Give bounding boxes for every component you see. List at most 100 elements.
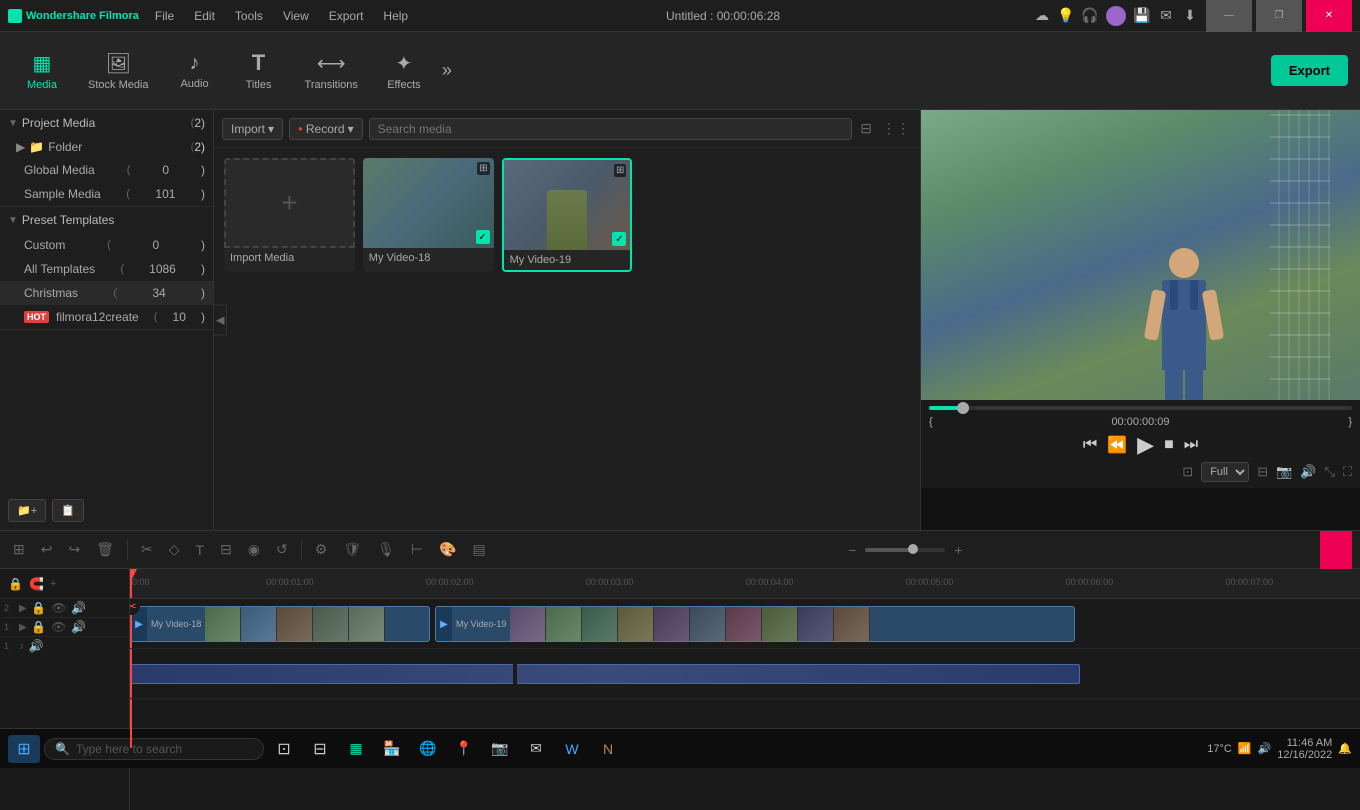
resize-icon[interactable]: ⤡ <box>1324 464 1334 480</box>
taskbar-search[interactable]: 🔍 Type here to search <box>44 738 264 760</box>
preset-templates-header[interactable]: ▼ Preset Templates <box>0 207 213 233</box>
record-button[interactable]: ● Record ▾ <box>289 118 363 140</box>
track-add-icon[interactable]: ⊞ <box>8 538 30 561</box>
toolbar-media-button[interactable]: ▦ Media <box>12 45 72 97</box>
pip-icon[interactable]: ⊟ <box>1257 464 1268 480</box>
cut-button[interactable]: ✂ <box>136 538 158 561</box>
snapshot-icon[interactable]: 📷 <box>1276 464 1292 480</box>
filter-icon[interactable]: ⊟ <box>858 118 874 139</box>
start-button[interactable]: ⊞ <box>8 735 40 763</box>
zoom-slider[interactable] <box>865 548 945 552</box>
christmas-item[interactable]: Christmas (34) <box>0 281 213 305</box>
import-button[interactable]: Import ▾ <box>222 118 283 140</box>
close-button[interactable]: ✕ <box>1306 0 1352 32</box>
quality-select[interactable]: Full <box>1201 462 1249 482</box>
taskbar-onenote-icon[interactable]: N <box>592 733 624 765</box>
audio-bar-v1[interactable] <box>130 664 1080 684</box>
redo-button[interactable]: ↪ <box>63 538 85 561</box>
play-button[interactable]: ▶ <box>1137 432 1154 458</box>
bulb-icon[interactable]: 💡 <box>1058 8 1074 24</box>
toolbar-audio-button[interactable]: ♪ Audio <box>165 46 225 96</box>
skip-forward-button[interactable]: ⏭ <box>1184 436 1198 454</box>
text-button[interactable]: T <box>191 539 210 561</box>
volume-taskbar-icon[interactable]: 🔊 <box>1258 742 1272 755</box>
cloud-icon[interactable]: ☁ <box>1034 8 1050 24</box>
search-input[interactable] <box>369 118 853 140</box>
menu-tools[interactable]: Tools <box>231 7 267 25</box>
zoom-out-button[interactable]: − <box>843 539 861 561</box>
email-icon[interactable]: ✉ <box>1158 8 1174 24</box>
download-icon[interactable]: ⬇ <box>1182 8 1198 24</box>
undo-button[interactable]: ↩ <box>36 538 58 561</box>
zoom-in-button[interactable]: + <box>949 539 967 561</box>
settings-wheel-icon[interactable]: ⚙ <box>310 538 333 561</box>
a1-volume-icon[interactable]: 🔊 <box>27 637 45 655</box>
v2-eye-icon[interactable]: 👁 <box>50 599 68 617</box>
avatar-icon[interactable] <box>1106 6 1126 26</box>
v1-eye-icon[interactable]: 👁 <box>50 618 68 636</box>
menu-export[interactable]: Export <box>325 7 368 25</box>
ripple-button[interactable]: ◉ <box>243 538 265 561</box>
toolbar-transitions-button[interactable]: ⟷ Transitions <box>293 45 370 97</box>
taskbar-instagram-icon[interactable]: 📷 <box>484 733 516 765</box>
taskbar-store-icon[interactable]: 🏪 <box>376 733 408 765</box>
toolbar-expand-button[interactable]: » <box>442 60 452 81</box>
video1-track-row[interactable] <box>130 649 1360 699</box>
import-media-item[interactable]: + Import Media <box>224 158 355 272</box>
global-media-item[interactable]: Global Media (0) <box>0 158 213 182</box>
clip-video19[interactable]: ▶ My Video-19 <box>435 606 1075 642</box>
all-templates-item[interactable]: All Templates (1086) <box>0 257 213 281</box>
toolbar-titles-button[interactable]: T Titles <box>229 44 289 97</box>
taskbar-widgets-icon[interactable]: ⊟ <box>304 733 336 765</box>
video19-item[interactable]: ⊞ ✓ My Video-19 <box>502 158 633 272</box>
skip-back-button[interactable]: ⏮ <box>1083 436 1097 454</box>
panel-footer-btn2[interactable]: 📋 <box>52 499 84 522</box>
v2-volume-icon[interactable]: 🔊 <box>70 599 88 617</box>
taskbar-filmora-icon[interactable]: ▦ <box>340 733 372 765</box>
add-track-button[interactable]: + <box>50 578 56 590</box>
mic-icon[interactable]: 🎙 <box>372 538 400 561</box>
clip-video18[interactable]: ▶ My Video-18 <box>130 606 430 642</box>
volume-icon[interactable]: 🔊 <box>1300 464 1316 480</box>
taskbar-word-icon[interactable]: W <box>556 733 588 765</box>
crop-button[interactable]: ◇ <box>164 538 185 561</box>
v1-volume-icon[interactable]: 🔊 <box>70 618 88 636</box>
project-media-header[interactable]: ▼ Project Media (2) <box>0 110 213 136</box>
sample-media-item[interactable]: Sample Media (101) <box>0 182 213 206</box>
timeline-ruler[interactable]: 00:00:00 00:00:01:00 00:00:02:00 00:00:0… <box>130 569 1360 599</box>
notification-icon[interactable]: 🔔 <box>1338 742 1352 755</box>
split-icon[interactable]: ⊢ <box>406 538 428 561</box>
lock-icon[interactable]: 🔒 <box>8 577 23 591</box>
video2-track-row[interactable]: ▶ My Video-18 ▶ My Video-19 <box>130 599 1360 649</box>
delete-button[interactable]: 🗑 <box>91 538 119 561</box>
toolbar-stock-media-button[interactable]: 🖼 Stock Media <box>76 45 161 97</box>
custom-item[interactable]: Custom (0) <box>0 233 213 257</box>
stop-button[interactable]: ■ <box>1164 436 1174 454</box>
audio-tool-button[interactable]: ⊟ <box>215 538 237 561</box>
headphone-icon[interactable]: 🎧 <box>1082 8 1098 24</box>
minimize-button[interactable]: — <box>1206 0 1252 32</box>
maximize-button[interactable]: ❐ <box>1256 0 1302 32</box>
caption-icon[interactable]: ▤ <box>468 538 491 561</box>
filmora12create-item[interactable]: HOT filmora12create (10) <box>0 305 213 329</box>
menu-edit[interactable]: Edit <box>190 7 219 25</box>
more-options-icon[interactable]: ⋮⋮ <box>880 118 912 139</box>
taskbar-gmail-icon[interactable]: ✉ <box>520 733 552 765</box>
menu-file[interactable]: File <box>151 7 178 25</box>
new-folder-button[interactable]: 📁+ <box>8 499 46 522</box>
taskbar-edge-icon[interactable]: 🌐 <box>412 733 444 765</box>
shield-icon[interactable]: 🛡 <box>338 538 366 561</box>
save-icon[interactable]: 💾 <box>1134 8 1150 24</box>
video18-item[interactable]: ⊞ ✓ My Video-18 <box>363 158 494 272</box>
magnet-icon[interactable]: 🧲 <box>29 577 44 591</box>
v1-lock-icon[interactable]: 🔒 <box>30 618 48 636</box>
screen-icon[interactable]: ⊡ <box>1182 464 1193 480</box>
color-icon[interactable]: 🎨 <box>434 538 461 561</box>
v2-lock-icon[interactable]: 🔒 <box>30 599 48 617</box>
menu-view[interactable]: View <box>279 7 313 25</box>
menu-help[interactable]: Help <box>379 7 412 25</box>
step-back-button[interactable]: ⏪ <box>1107 435 1127 455</box>
toolbar-effects-button[interactable]: ✦ Effects <box>374 45 434 97</box>
collapse-left-arrow[interactable]: ◀ <box>213 305 227 336</box>
reverse-button[interactable]: ↺ <box>271 538 293 561</box>
